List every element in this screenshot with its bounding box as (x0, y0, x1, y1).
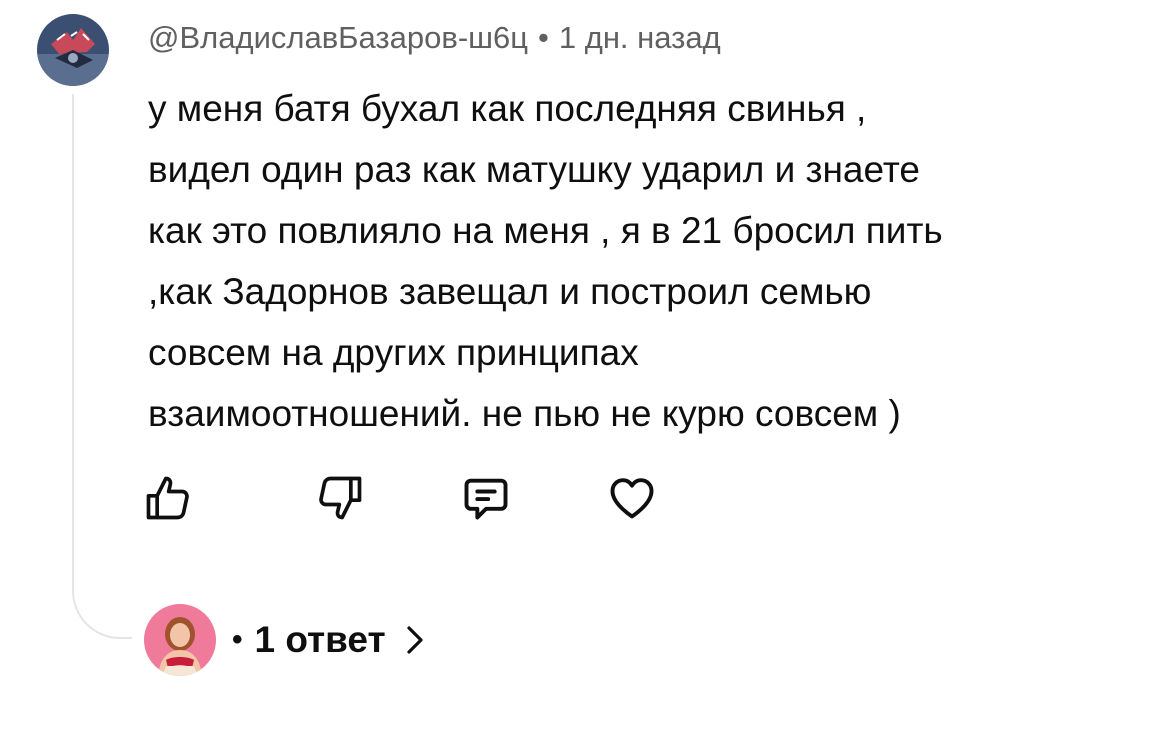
chevron-right-icon (407, 626, 423, 654)
heart-icon (610, 478, 654, 519)
reply-author-avatar (144, 604, 216, 676)
dislike-button[interactable] (312, 470, 368, 526)
replies-separator: • (232, 623, 243, 656)
comment-line: взаимоотношений. не пью не курю совсем ) (148, 393, 901, 434)
comment-line: видел один раз как матушку ударил и знае… (148, 149, 920, 190)
view-replies-button[interactable]: • 1 ответ (144, 604, 426, 676)
comment-time[interactable]: 1 дн. назад (559, 20, 721, 55)
comment-line: ,как Задорнов завещал и построил семью (148, 271, 872, 312)
author-avatar[interactable] (37, 14, 109, 86)
reply-icon (464, 478, 508, 520)
reply-button[interactable] (458, 470, 514, 526)
comment-meta: @ВладиславБазаров-ш6ц • 1 дн. назад (148, 18, 721, 58)
replies-count-label: 1 ответ (254, 619, 386, 660)
like-button[interactable] (140, 470, 196, 526)
comment-line: у меня батя бухал как последняя свинья , (148, 88, 867, 129)
comment-actions (0, 470, 1170, 530)
thread-connector (72, 94, 132, 639)
like-icon (146, 476, 189, 520)
meta-separator: • (538, 20, 549, 55)
author-name[interactable]: @ВладиславБазаров-ш6ц (148, 20, 528, 55)
comment-body: у меня батя бухал как последняя свинья ,… (148, 78, 1148, 444)
comment-line: совсем на других принципах (148, 332, 639, 373)
comment-line: как это повлияло на меня , я в 21 бросил… (148, 210, 943, 251)
heart-button[interactable] (604, 470, 660, 526)
dislike-icon (319, 476, 362, 520)
